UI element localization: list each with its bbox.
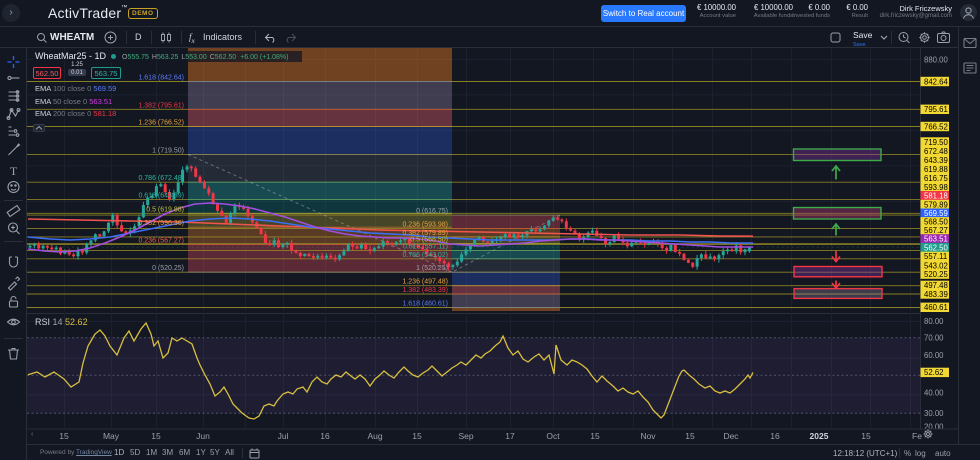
svg-text:563.51: 563.51: [924, 235, 948, 244]
svg-text:1.236 (497.48): 1.236 (497.48): [402, 279, 448, 286]
svg-text:Fe: Fe: [912, 431, 922, 441]
svg-text:460.61: 460.61: [924, 303, 948, 312]
svg-text:0.618 (557.11): 0.618 (557.11): [403, 243, 448, 250]
svg-text:557.11: 557.11: [924, 252, 947, 261]
svg-text:0 (520.25): 0 (520.25): [152, 265, 184, 272]
svg-text:643.39: 643.39: [924, 156, 948, 165]
svg-text:15: 15: [59, 431, 69, 441]
svg-text:15: 15: [151, 431, 161, 441]
svg-text:0.618 (643.39): 0.618 (643.39): [138, 192, 184, 199]
svg-text:16: 16: [770, 431, 780, 441]
svg-text:579.89: 579.89: [924, 200, 948, 209]
svg-text:Nov: Nov: [640, 431, 656, 441]
svg-text:0.786 (543.02): 0.786 (543.02): [402, 252, 448, 259]
svg-text:16: 16: [320, 431, 330, 441]
svg-text:2025: 2025: [810, 431, 829, 441]
svg-text:Aug: Aug: [367, 431, 382, 441]
svg-text:0.236 (567.27): 0.236 (567.27): [138, 237, 184, 244]
svg-text:30.00: 30.00: [924, 409, 944, 418]
svg-text:May: May: [103, 431, 120, 441]
svg-text:15: 15: [412, 431, 422, 441]
svg-text:1.618 (460.61): 1.618 (460.61): [402, 301, 448, 308]
svg-text:Jul: Jul: [278, 431, 289, 441]
svg-text:15: 15: [861, 431, 871, 441]
svg-text:672.48: 672.48: [924, 147, 948, 156]
svg-text:80.00: 80.00: [924, 317, 944, 326]
svg-text:766.52: 766.52: [924, 122, 948, 131]
svg-text:1 (520.25): 1 (520.25): [416, 265, 448, 272]
svg-text:T: T: [10, 164, 18, 178]
svg-text:0 (616.75): 0 (616.75): [416, 208, 448, 215]
svg-text:Dec: Dec: [723, 431, 739, 441]
svg-text:40.00: 40.00: [924, 389, 944, 398]
svg-text:593.98: 593.98: [924, 183, 948, 192]
svg-text:0.236 (593.98): 0.236 (593.98): [402, 222, 448, 229]
svg-text:15: 15: [590, 431, 600, 441]
svg-text:0.5 (619.88): 0.5 (619.88): [146, 206, 184, 213]
svg-text:Jun: Jun: [196, 431, 210, 441]
svg-text:483.39: 483.39: [924, 290, 948, 299]
svg-text:60.00: 60.00: [924, 351, 944, 360]
svg-text:RSI 14 52.62: RSI 14 52.62: [35, 317, 88, 327]
svg-text:842.64: 842.64: [924, 77, 949, 86]
svg-text:520.25: 520.25: [924, 270, 949, 279]
svg-text:Sep: Sep: [458, 431, 473, 441]
svg-text:0.382 (596.36): 0.382 (596.36): [138, 220, 184, 227]
svg-text:719.50: 719.50: [924, 138, 949, 147]
svg-text:581.18: 581.18: [924, 192, 948, 201]
svg-text:15: 15: [685, 431, 695, 441]
svg-text:Oct: Oct: [546, 431, 560, 441]
svg-text:1 (719.50): 1 (719.50): [152, 147, 184, 154]
svg-text:880.00: 880.00: [924, 55, 949, 64]
svg-text:795.61: 795.61: [924, 105, 948, 114]
svg-text:1.382 (483.39): 1.382 (483.39): [402, 287, 448, 294]
svg-text:52.62: 52.62: [924, 368, 944, 377]
svg-text:70.00: 70.00: [924, 334, 944, 343]
svg-text:619.88: 619.88: [924, 165, 948, 174]
svg-text:17: 17: [505, 431, 515, 441]
svg-text:616.75: 616.75: [924, 174, 949, 183]
svg-text:0.786 (672.48): 0.786 (672.48): [138, 175, 184, 182]
svg-text:562.50: 562.50: [924, 243, 949, 252]
